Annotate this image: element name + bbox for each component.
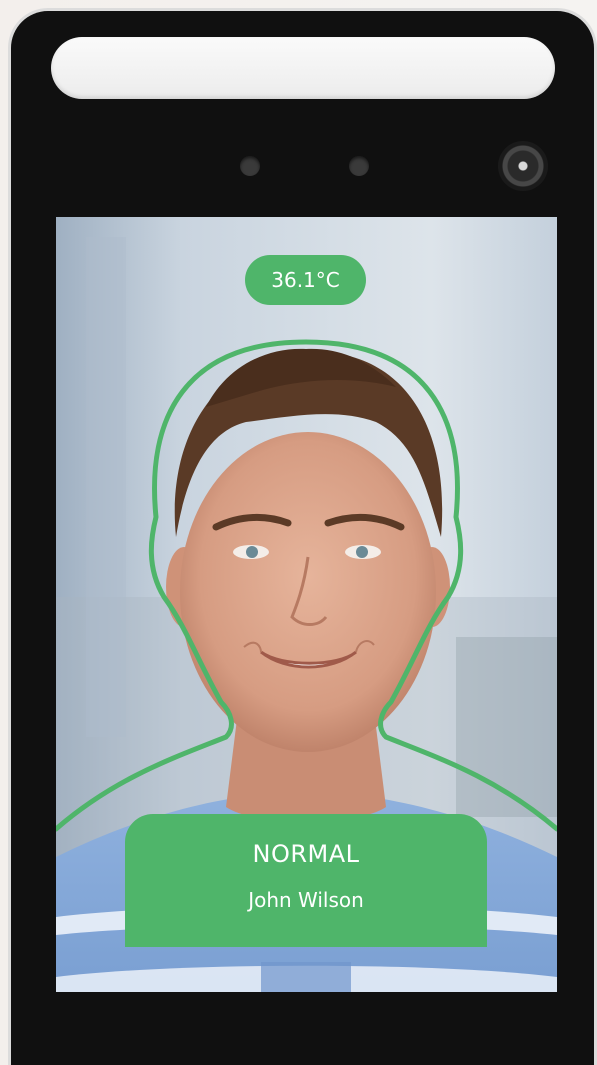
status-label: NORMAL [252, 840, 360, 868]
person-name: John Wilson [248, 888, 364, 912]
light-strip [51, 37, 555, 99]
recognition-result-card: NORMAL John Wilson [125, 814, 487, 947]
camera-lens-icon [498, 141, 548, 191]
temperature-badge: 36.1°C [245, 255, 366, 305]
ir-sensor-left-icon [240, 156, 260, 176]
display-screen: 36.1°C NORMAL John Wilson [56, 217, 557, 992]
ir-sensor-right-icon [349, 156, 369, 176]
temperature-value: 36.1°C [271, 268, 340, 292]
face-recognition-terminal: 36.1°C NORMAL John Wilson [8, 8, 597, 1065]
